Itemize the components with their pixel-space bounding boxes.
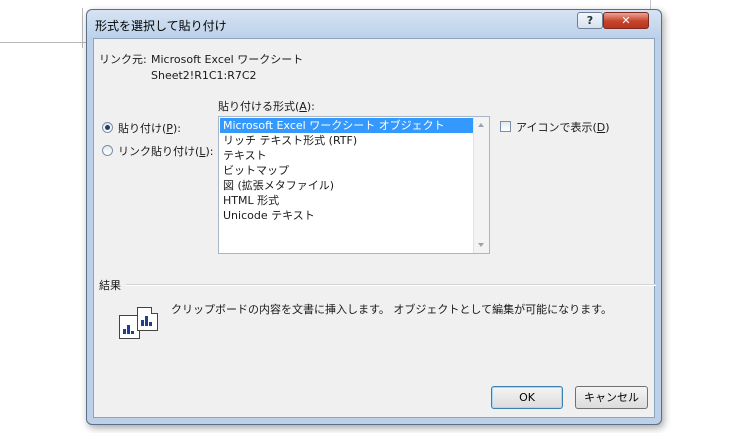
format-item-emf[interactable]: 図 (拡張メタファイル) xyxy=(220,178,473,193)
result-separator xyxy=(126,284,656,286)
chart-bars xyxy=(141,315,154,326)
title-bar[interactable]: 形式を選択して貼り付け ? ✕ xyxy=(87,10,661,38)
paste-link-radio-option[interactable]: リンク貼り付け(L): xyxy=(102,143,214,158)
close-button[interactable]: ✕ xyxy=(603,12,649,29)
paste-object-icon xyxy=(119,307,161,339)
help-icon: ? xyxy=(586,14,594,27)
format-list: Microsoft Excel ワークシート オブジェクト リッチ テキスト形式… xyxy=(220,118,473,223)
help-button[interactable]: ? xyxy=(577,12,603,29)
scroll-up-icon[interactable] xyxy=(478,123,484,127)
background-ruler-line xyxy=(0,42,100,43)
format-item-rtf[interactable]: リッチ テキスト形式 (RTF) xyxy=(220,133,473,148)
paste-radio-label: 貼り付け(P): xyxy=(118,122,181,135)
paste-radio-option[interactable]: 貼り付け(P): xyxy=(102,120,212,135)
scroll-down-icon[interactable] xyxy=(478,243,484,247)
paste-link-radio-label: リンク貼り付け(L): xyxy=(118,145,214,158)
close-icon: ✕ xyxy=(621,14,631,27)
paste-radio[interactable] xyxy=(102,122,113,133)
display-as-icon-checkbox[interactable] xyxy=(500,121,511,132)
format-item-unicode-text[interactable]: Unicode テキスト xyxy=(220,208,473,223)
dialog-body: リンク元: Microsoft Excel ワークシート Sheet2!R1C1… xyxy=(93,38,656,418)
dialog-title: 形式を選択して貼り付け xyxy=(95,19,227,33)
format-list-scrollbar[interactable] xyxy=(473,117,489,253)
format-item-bitmap[interactable]: ビットマップ xyxy=(220,163,473,178)
format-item-html[interactable]: HTML 形式 xyxy=(220,193,473,208)
document-icon-back xyxy=(137,307,158,331)
background-margin-line xyxy=(82,8,83,48)
link-source-label: リンク元: xyxy=(99,53,147,66)
paste-link-radio[interactable] xyxy=(102,145,113,156)
link-source-range: Sheet2!R1C1:R7C2 xyxy=(151,69,257,82)
ok-button[interactable]: OK xyxy=(491,386,563,409)
result-description: クリップボードの内容を文書に挿入します。 オブジェクトとして編集が可能になります… xyxy=(171,303,612,316)
format-item-text[interactable]: テキスト xyxy=(220,148,473,163)
link-source-name: Microsoft Excel ワークシート xyxy=(151,53,304,66)
display-as-icon-label: アイコンで表示(D) xyxy=(516,121,610,134)
chart-bars xyxy=(123,323,136,334)
paste-format-label: 貼り付ける形式(A): xyxy=(218,100,315,113)
result-heading: 結果 xyxy=(99,279,121,292)
paste-format-listbox[interactable]: Microsoft Excel ワークシート オブジェクト リッチ テキスト形式… xyxy=(218,116,490,254)
paste-special-dialog: 形式を選択して貼り付け ? ✕ リンク元: Microsoft Excel ワー… xyxy=(86,9,662,425)
display-as-icon-option[interactable]: アイコンで表示(D) xyxy=(500,119,620,134)
cancel-button[interactable]: キャンセル xyxy=(575,386,648,409)
format-item-excel-object[interactable]: Microsoft Excel ワークシート オブジェクト xyxy=(220,118,473,133)
